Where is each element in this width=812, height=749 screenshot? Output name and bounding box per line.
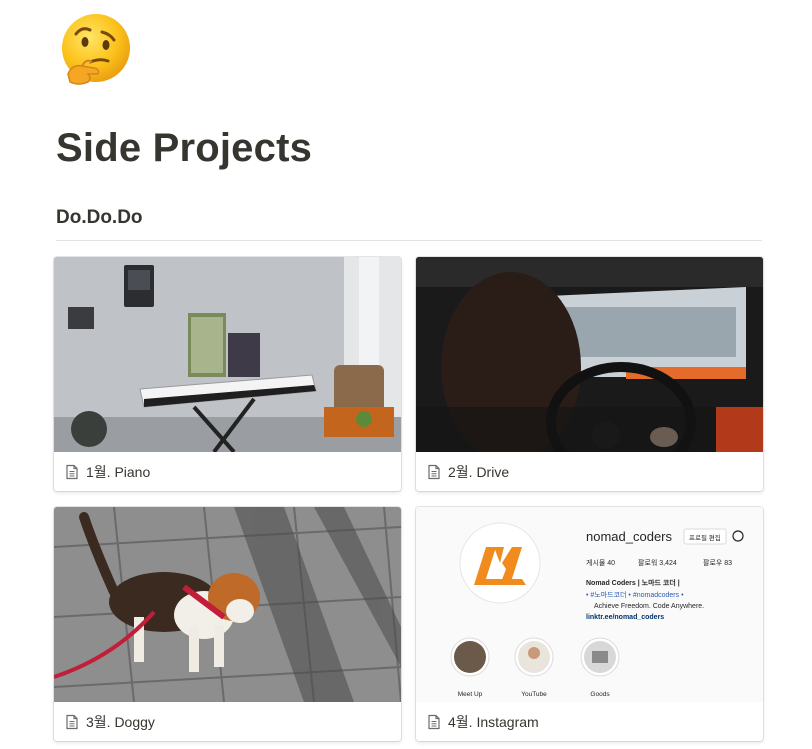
gallery-card-instagram[interactable]: nomad_coders 프로필 편집 게시물 40 팔로워 3,424 팔로우… bbox=[416, 507, 763, 741]
card-cover-image bbox=[416, 257, 763, 452]
card-title: 3월. Doggy bbox=[86, 713, 155, 730]
ig-edit-profile: 프로필 편집 bbox=[689, 533, 721, 542]
card-caption: 4월. Instagram bbox=[416, 702, 763, 741]
card-cover-image: nomad_coders 프로필 편집 게시물 40 팔로워 3,424 팔로우… bbox=[416, 507, 763, 702]
ig-bio-tags: • #노마드코더 • #nomadcoders • bbox=[586, 590, 684, 599]
ig-bio-name: Nomad Coders | 노마드 코더 | bbox=[586, 578, 680, 587]
card-caption: 3월. Doggy bbox=[54, 702, 401, 741]
card-title: 4월. Instagram bbox=[448, 713, 539, 730]
gallery-card-drive[interactable]: 2월. Drive bbox=[416, 257, 763, 491]
ig-bio-link: linktr.ee/nomad_coders bbox=[586, 614, 664, 621]
ig-highlight-2: YouTube bbox=[521, 691, 547, 698]
page-document-icon bbox=[428, 464, 440, 479]
ig-posts: 게시물 40 bbox=[586, 558, 615, 567]
page-document-icon bbox=[428, 714, 440, 729]
ig-highlight-3: Goods bbox=[590, 691, 610, 698]
card-cover-image bbox=[54, 257, 401, 452]
notion-page: Side Projects Do.Do.Do 1월. Piano 2월. Dri… bbox=[0, 0, 812, 749]
card-title: 1월. Piano bbox=[86, 463, 151, 480]
section-heading[interactable]: Do.Do.Do bbox=[56, 207, 143, 229]
section-divider bbox=[56, 240, 762, 241]
card-title: 2월. Drive bbox=[448, 463, 510, 480]
card-caption: 1월. Piano bbox=[54, 452, 401, 491]
ig-username: nomad_coders bbox=[586, 529, 672, 544]
card-cover-image bbox=[54, 507, 401, 702]
page-document-icon bbox=[66, 714, 78, 729]
page-title[interactable]: Side Projects bbox=[56, 126, 312, 171]
ig-bio-line: Achieve Freedom. Code Anywhere. bbox=[594, 603, 704, 610]
ig-highlight-1: Meet Up bbox=[458, 691, 483, 698]
gallery-card-doggy[interactable]: 3월. Doggy bbox=[54, 507, 401, 741]
ig-following: 팔로우 83 bbox=[703, 558, 732, 567]
page-document-icon bbox=[66, 464, 78, 479]
ig-followers: 팔로워 3,424 bbox=[638, 558, 677, 567]
gallery-card-piano[interactable]: 1월. Piano bbox=[54, 257, 401, 491]
card-caption: 2월. Drive bbox=[416, 452, 763, 491]
thinking-face-emoji-icon[interactable] bbox=[58, 12, 136, 90]
